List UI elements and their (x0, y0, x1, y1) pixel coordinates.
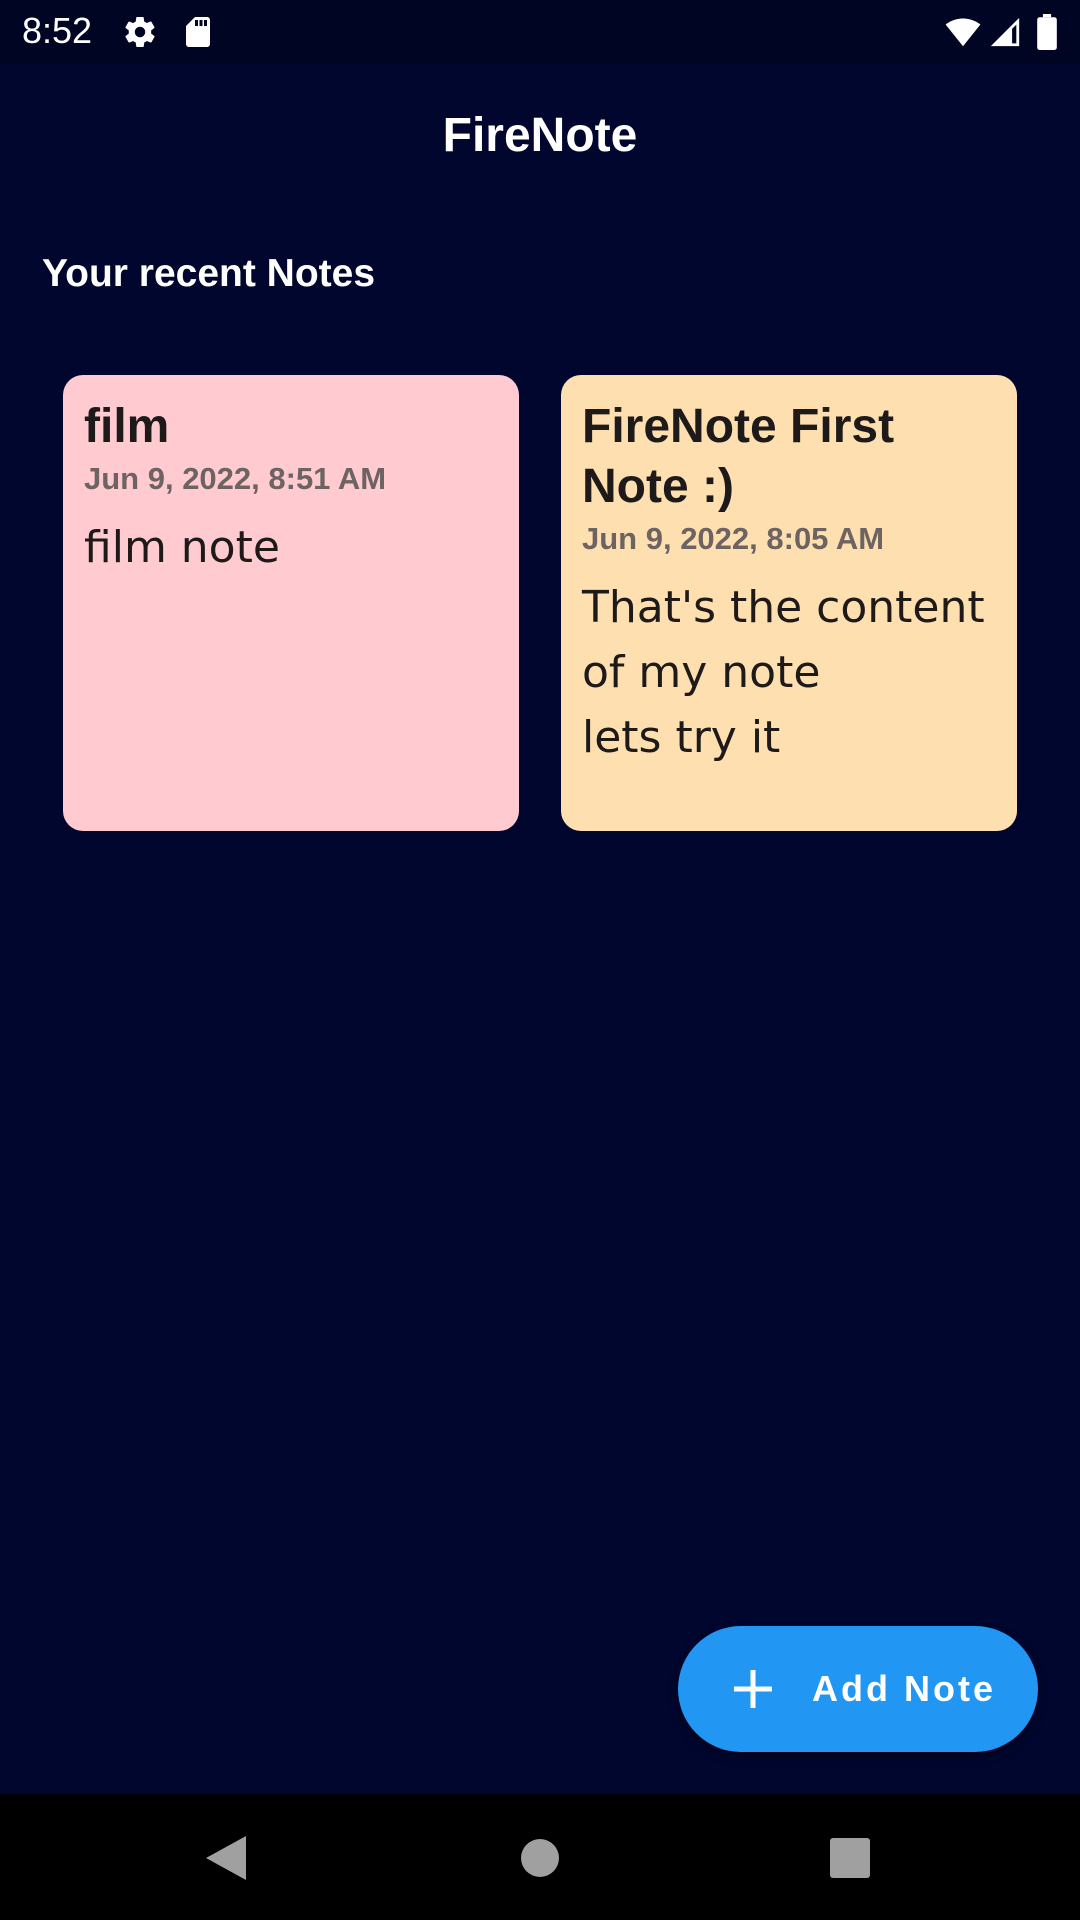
note-content: That's the content of my note lets try i… (582, 582, 985, 763)
note-date: Jun 9, 2022, 8:05 AM (582, 521, 885, 556)
sd-card-icon (180, 14, 216, 50)
note-card[interactable]: FireNote First Note :) Jun 9, 2022, 8:05… (561, 375, 1017, 831)
note-title: FireNote First Note :) (582, 400, 895, 513)
settings-icon (122, 14, 158, 50)
app-title: FireNote (442, 109, 638, 162)
screen: 8:52 FireNote Your recent Notes film Jun… (0, 0, 1080, 1920)
back-icon[interactable] (198, 1830, 254, 1886)
status-time: 8:52 (22, 10, 93, 51)
note-card[interactable]: film Jun 9, 2022, 8:51 AM film note (63, 375, 519, 831)
navigation-bar (0, 1794, 1080, 1920)
note-content: film note (84, 522, 280, 573)
note-date: Jun 9, 2022, 8:51 AM (84, 461, 387, 496)
recents-icon[interactable] (822, 1830, 878, 1886)
home-icon[interactable] (512, 1830, 568, 1886)
note-title: film (84, 400, 170, 453)
add-note-button[interactable]: Add Note (678, 1626, 1038, 1752)
add-note-label: Add Note (812, 1668, 996, 1709)
battery-icon (1036, 14, 1058, 50)
signal-icon (988, 14, 1024, 50)
wifi-icon (944, 14, 981, 50)
status-bar: 8:52 (0, 0, 1080, 64)
section-title: Your recent Notes (42, 252, 376, 295)
plus-icon (732, 1668, 774, 1710)
